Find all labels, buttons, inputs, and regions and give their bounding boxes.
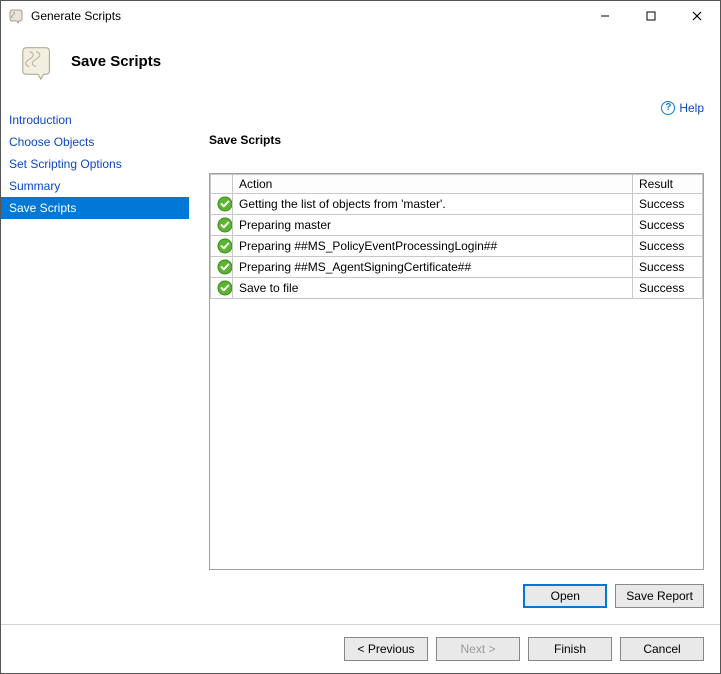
table-row: Preparing ##MS_AgentSigningCertificate##… (211, 257, 703, 278)
success-icon (211, 236, 233, 257)
action-cell: Save to file (233, 278, 633, 299)
minimize-button[interactable] (582, 1, 628, 31)
result-cell: Success (633, 278, 703, 299)
result-cell: Success (633, 215, 703, 236)
open-button[interactable]: Open (523, 584, 607, 608)
success-icon (211, 194, 233, 215)
column-header-status (211, 175, 233, 194)
action-cell: Preparing ##MS_PolicyEventProcessingLogi… (233, 236, 633, 257)
wizard-footer: < Previous Next > Finish Cancel (1, 624, 720, 673)
nav-sidebar: Introduction Choose Objects Set Scriptin… (1, 91, 189, 624)
sidebar-item-summary[interactable]: Summary (1, 175, 189, 197)
section-title: Save Scripts (209, 133, 704, 147)
help-icon[interactable]: ? (661, 101, 675, 115)
success-icon (211, 278, 233, 299)
success-icon (211, 257, 233, 278)
success-icon (211, 215, 233, 236)
table-row: Preparing masterSuccess (211, 215, 703, 236)
sidebar-item-introduction[interactable]: Introduction (1, 109, 189, 131)
app-icon (9, 8, 25, 24)
column-header-result: Result (633, 175, 703, 194)
result-cell: Success (633, 257, 703, 278)
content-pane: ? Help Save Scripts Action Result G (189, 91, 720, 624)
scroll-icon (19, 42, 57, 80)
action-cell: Getting the list of objects from 'master… (233, 194, 633, 215)
action-cell: Preparing master (233, 215, 633, 236)
table-row: Save to fileSuccess (211, 278, 703, 299)
next-button: Next > (436, 637, 520, 661)
save-report-button[interactable]: Save Report (615, 584, 704, 608)
sidebar-item-save-scripts[interactable]: Save Scripts (1, 197, 189, 219)
sidebar-item-set-scripting-options[interactable]: Set Scripting Options (1, 153, 189, 175)
result-cell: Success (633, 236, 703, 257)
page-heading: Save Scripts (71, 53, 161, 70)
finish-button[interactable]: Finish (528, 637, 612, 661)
table-row: Preparing ##MS_PolicyEventProcessingLogi… (211, 236, 703, 257)
window-title: Generate Scripts (31, 9, 121, 23)
maximize-button[interactable] (628, 1, 674, 31)
action-cell: Preparing ##MS_AgentSigningCertificate## (233, 257, 633, 278)
results-grid: Action Result Getting the list of object… (209, 173, 704, 570)
help-link[interactable]: Help (679, 101, 704, 115)
sidebar-item-choose-objects[interactable]: Choose Objects (1, 131, 189, 153)
previous-button[interactable]: < Previous (344, 637, 428, 661)
cancel-button[interactable]: Cancel (620, 637, 704, 661)
titlebar: Generate Scripts (1, 1, 720, 31)
wizard-header: Save Scripts (1, 31, 720, 91)
table-row: Getting the list of objects from 'master… (211, 194, 703, 215)
close-button[interactable] (674, 1, 720, 31)
result-cell: Success (633, 194, 703, 215)
column-header-action: Action (233, 175, 633, 194)
